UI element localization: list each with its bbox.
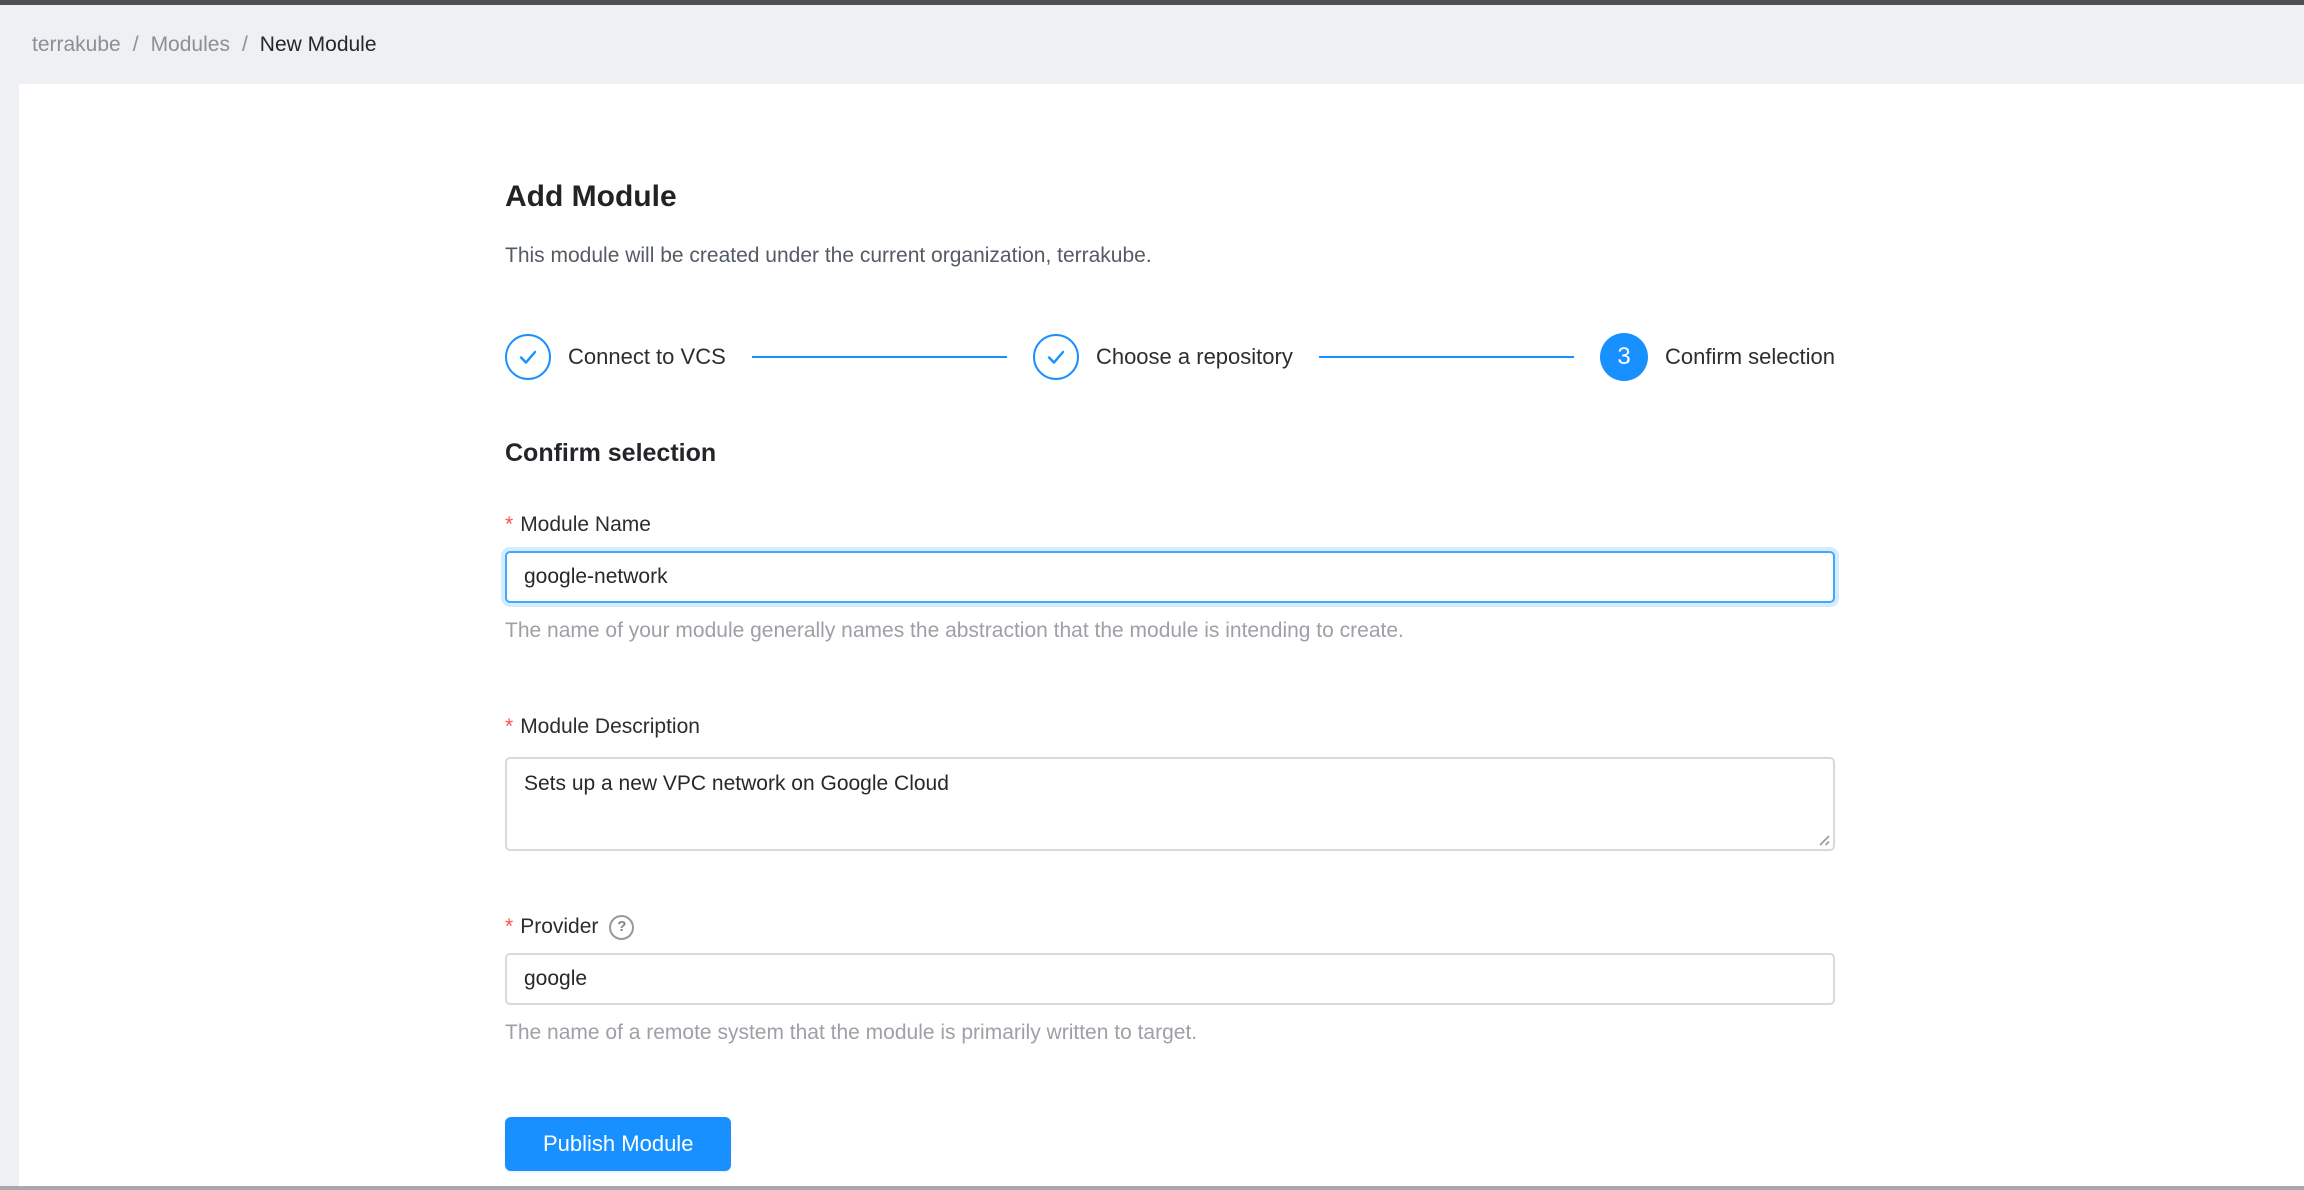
provider-label: * Provider ?	[505, 913, 1835, 941]
module-name-help-text: The name of your module generally names …	[505, 617, 1835, 645]
step-finished-circle	[1033, 334, 1079, 380]
step-number: 3	[1617, 343, 1630, 371]
module-description-textarea[interactable]: Sets up a new VPC network on Google Clou…	[505, 757, 1835, 851]
step-current-circle: 3	[1600, 333, 1648, 381]
required-asterisk: *	[505, 713, 513, 741]
breadcrumb: terrakube / Modules / New Module	[0, 5, 2304, 84]
publish-module-button[interactable]: Publish Module	[505, 1117, 731, 1171]
breadcrumb-item-current: New Module	[260, 33, 377, 57]
main-content-card: Add Module This module will be created u…	[19, 84, 2304, 1186]
module-description-label: * Module Description	[505, 713, 1835, 741]
breadcrumb-item-organization[interactable]: terrakube	[32, 33, 121, 57]
check-icon	[1044, 345, 1068, 369]
step-label: Choose a repository	[1096, 344, 1293, 370]
step-label: Confirm selection	[1665, 344, 1835, 370]
step-finished-circle	[505, 334, 551, 380]
breadcrumb-separator: /	[242, 33, 248, 57]
required-asterisk: *	[505, 913, 513, 941]
stepper: Connect to VCS Choose a repository 3	[505, 333, 1835, 381]
step-confirm-selection: 3 Confirm selection	[1600, 333, 1835, 381]
provider-help-text: The name of a remote system that the mod…	[505, 1019, 1835, 1047]
required-asterisk: *	[505, 511, 513, 539]
page-subtitle: This module will be created under the cu…	[505, 242, 1835, 269]
module-name-input[interactable]	[505, 551, 1835, 603]
page-title: Add Module	[505, 179, 1835, 215]
step-connector	[1319, 356, 1574, 358]
section-heading-confirm-selection: Confirm selection	[505, 437, 1835, 469]
breadcrumb-item-modules[interactable]: Modules	[151, 33, 230, 57]
provider-input[interactable]	[505, 953, 1835, 1005]
module-name-label: * Module Name	[505, 511, 1835, 539]
check-icon	[516, 345, 540, 369]
breadcrumb-separator: /	[133, 33, 139, 57]
question-circle-icon[interactable]: ?	[609, 915, 634, 940]
step-connector	[752, 356, 1007, 358]
step-choose-a-repository[interactable]: Choose a repository	[1033, 334, 1293, 380]
step-label: Connect to VCS	[568, 344, 726, 370]
window-bottom-edge	[0, 1186, 2304, 1190]
step-connect-to-vcs[interactable]: Connect to VCS	[505, 334, 726, 380]
